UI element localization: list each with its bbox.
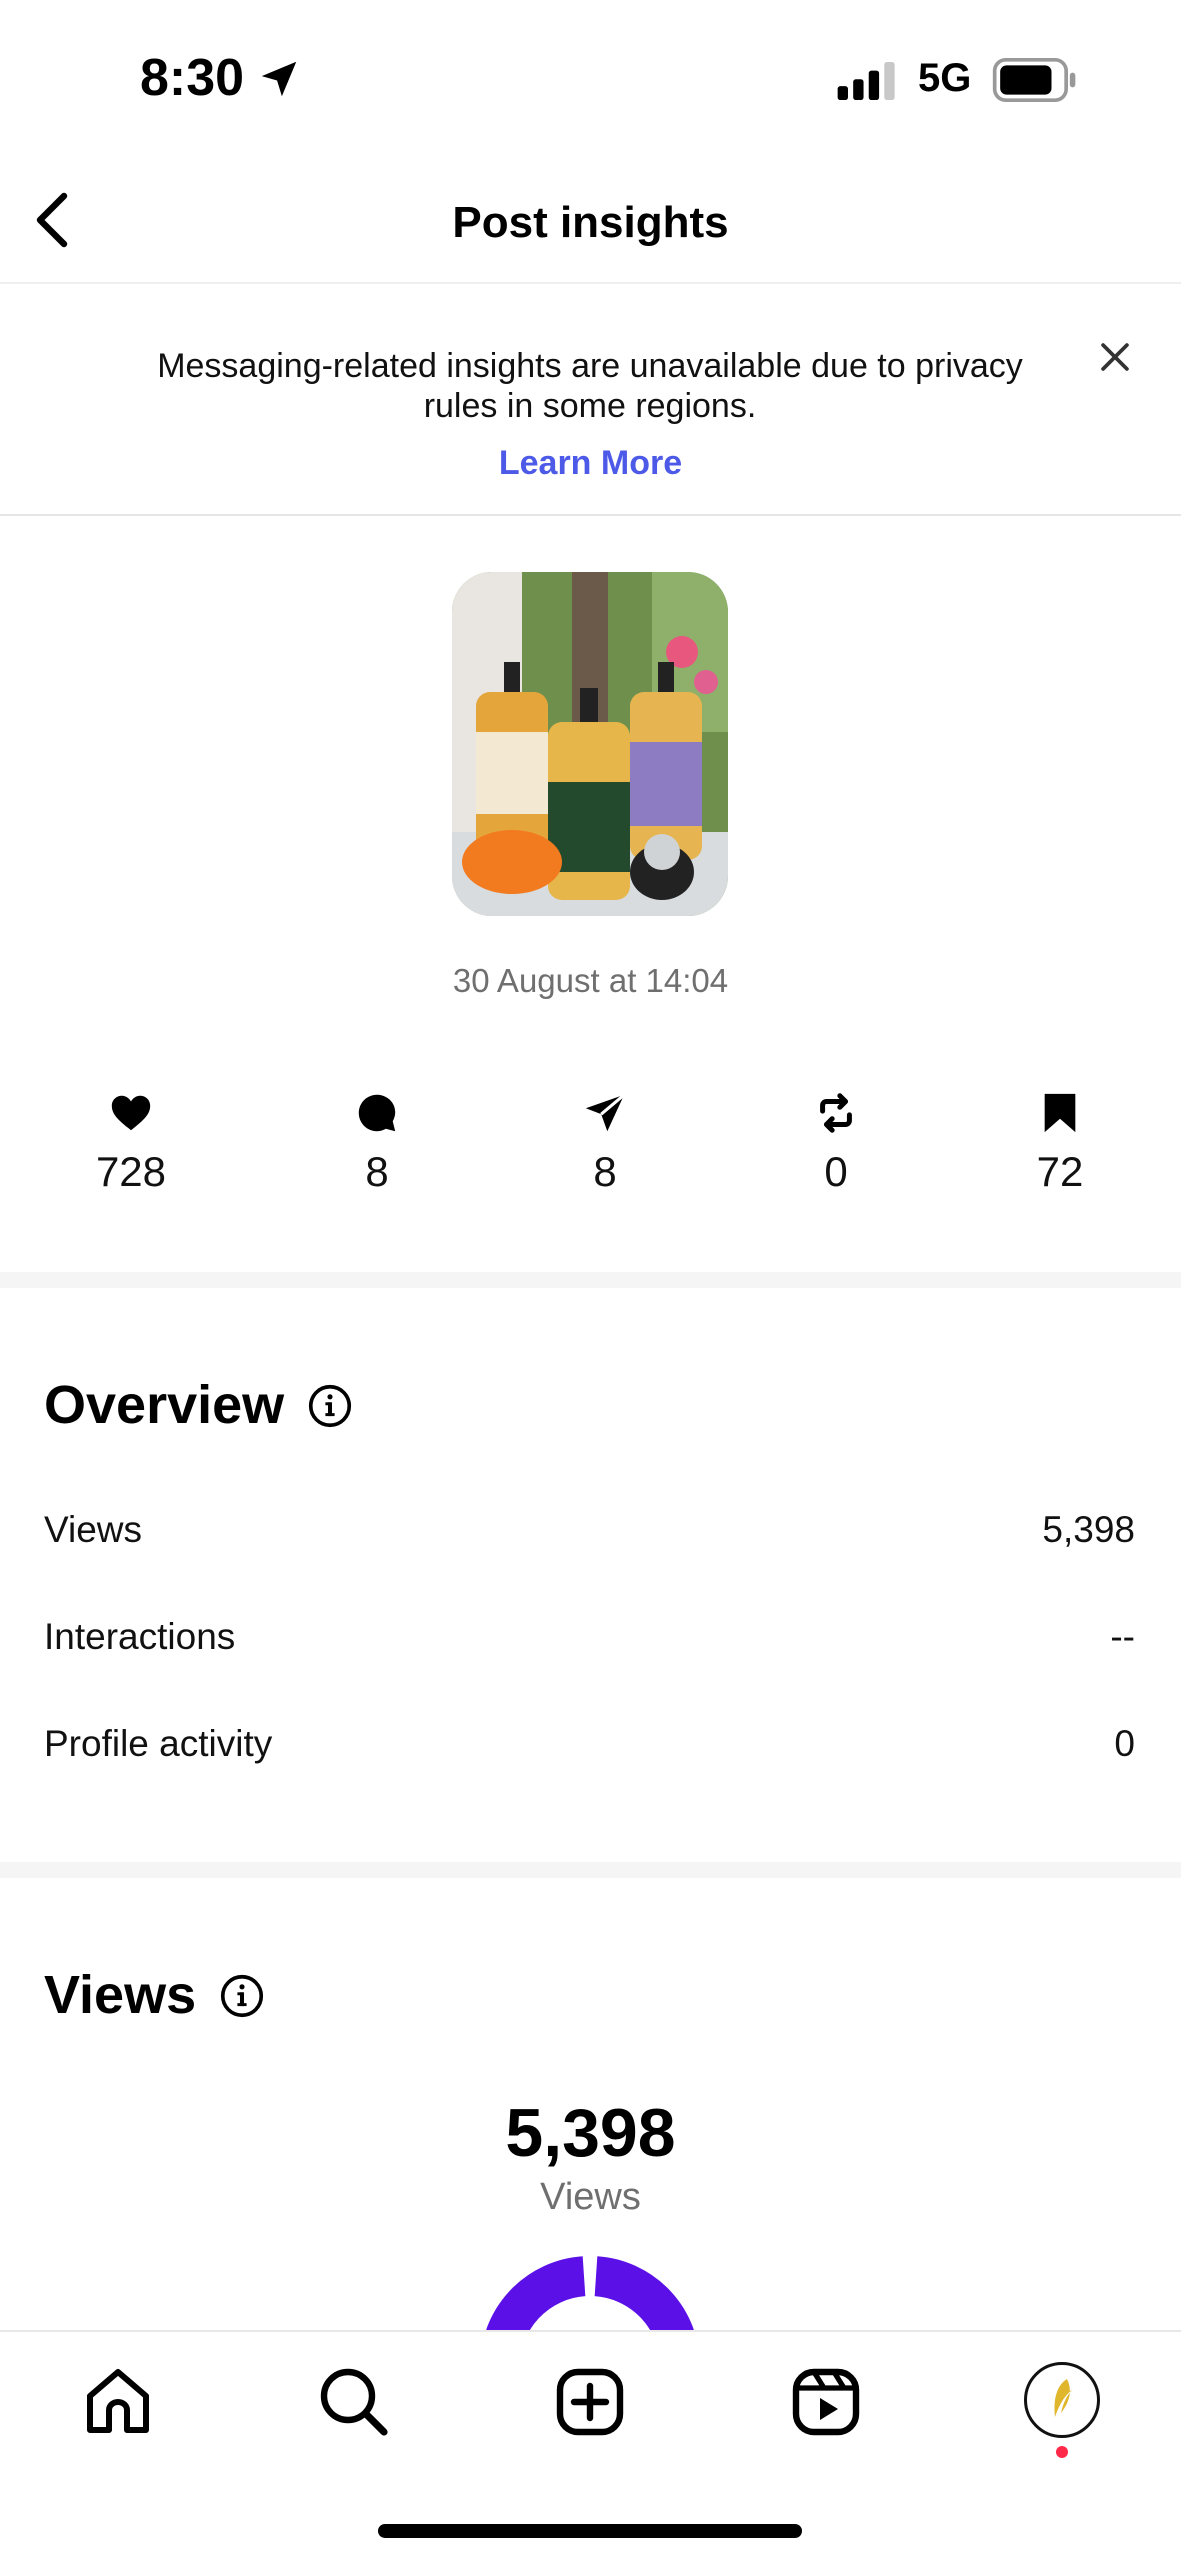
status-time: 8:30	[140, 49, 245, 107]
battery-icon	[992, 58, 1076, 102]
comments-count: 8	[365, 1148, 389, 1195]
overview-row-label: Interactions	[44, 1616, 236, 1657]
comment-icon	[358, 1094, 396, 1132]
overview-title: Overview	[44, 1375, 285, 1435]
saves-count: 72	[1036, 1148, 1084, 1195]
overview-row-value: 0	[1114, 1723, 1135, 1764]
reels-icon	[792, 2368, 860, 2436]
profile-avatar	[1054, 2379, 1073, 2417]
profile-tab[interactable]	[1024, 2362, 1100, 2438]
home-icon	[87, 2369, 149, 2433]
notification-dot	[1056, 2446, 1068, 2458]
bookmark-icon	[1044, 1093, 1076, 1133]
share-icon	[585, 1093, 626, 1132]
overview-row-label: Profile activity	[44, 1723, 273, 1764]
privacy-banner: Messaging-related insights are unavailab…	[0, 284, 1181, 516]
views-total: 5,398	[505, 2095, 676, 2171]
saves-stat: 72	[980, 1090, 1140, 1196]
home-indicator	[378, 2524, 802, 2538]
section-divider	[0, 1272, 1181, 1288]
shares-stat: 8	[525, 1090, 685, 1196]
likes-stat: 728	[51, 1090, 211, 1196]
search-icon	[320, 2368, 388, 2436]
likes-count: 728	[95, 1148, 167, 1195]
reposts-count: 0	[824, 1148, 848, 1195]
overview-row-value: --	[1110, 1616, 1135, 1657]
overview-row-label: Views	[44, 1509, 143, 1550]
create-tab[interactable]	[550, 2362, 630, 2442]
banner-message: Messaging-related insights are unavailab…	[157, 347, 1023, 425]
reels-tab[interactable]	[786, 2362, 866, 2442]
location-arrow-icon	[261, 61, 297, 97]
page-header: Post insights	[0, 150, 1181, 284]
network-label: 5G	[918, 56, 972, 100]
close-icon[interactable]	[1098, 340, 1132, 374]
create-icon	[556, 2368, 624, 2436]
status-bar: 8:30 5G	[0, 0, 1181, 150]
learn-more-link[interactable]: Learn More	[0, 444, 1181, 483]
views-title: Views	[44, 1965, 197, 2025]
info-icon[interactable]	[220, 1974, 264, 2018]
repost-icon	[820, 1093, 852, 1133]
signal-bars-icon	[837, 62, 895, 100]
reposts-stat: 0	[756, 1090, 916, 1196]
post-thumbnail-image	[452, 572, 728, 916]
search-tab[interactable]	[314, 2362, 394, 2442]
post-thumbnail[interactable]	[452, 572, 728, 916]
page-title: Post insights	[452, 198, 729, 247]
section-divider	[0, 1862, 1181, 1878]
shares-count: 8	[593, 1148, 617, 1195]
comments-stat: 8	[297, 1090, 457, 1196]
heart-icon	[111, 1095, 151, 1131]
post-date: 30 August at 14:04	[452, 962, 729, 999]
info-icon[interactable]	[308, 1384, 352, 1428]
overview-row-value: 5,398	[1042, 1509, 1135, 1550]
home-tab[interactable]	[78, 2362, 158, 2442]
views-caption: Views	[540, 2176, 641, 2218]
